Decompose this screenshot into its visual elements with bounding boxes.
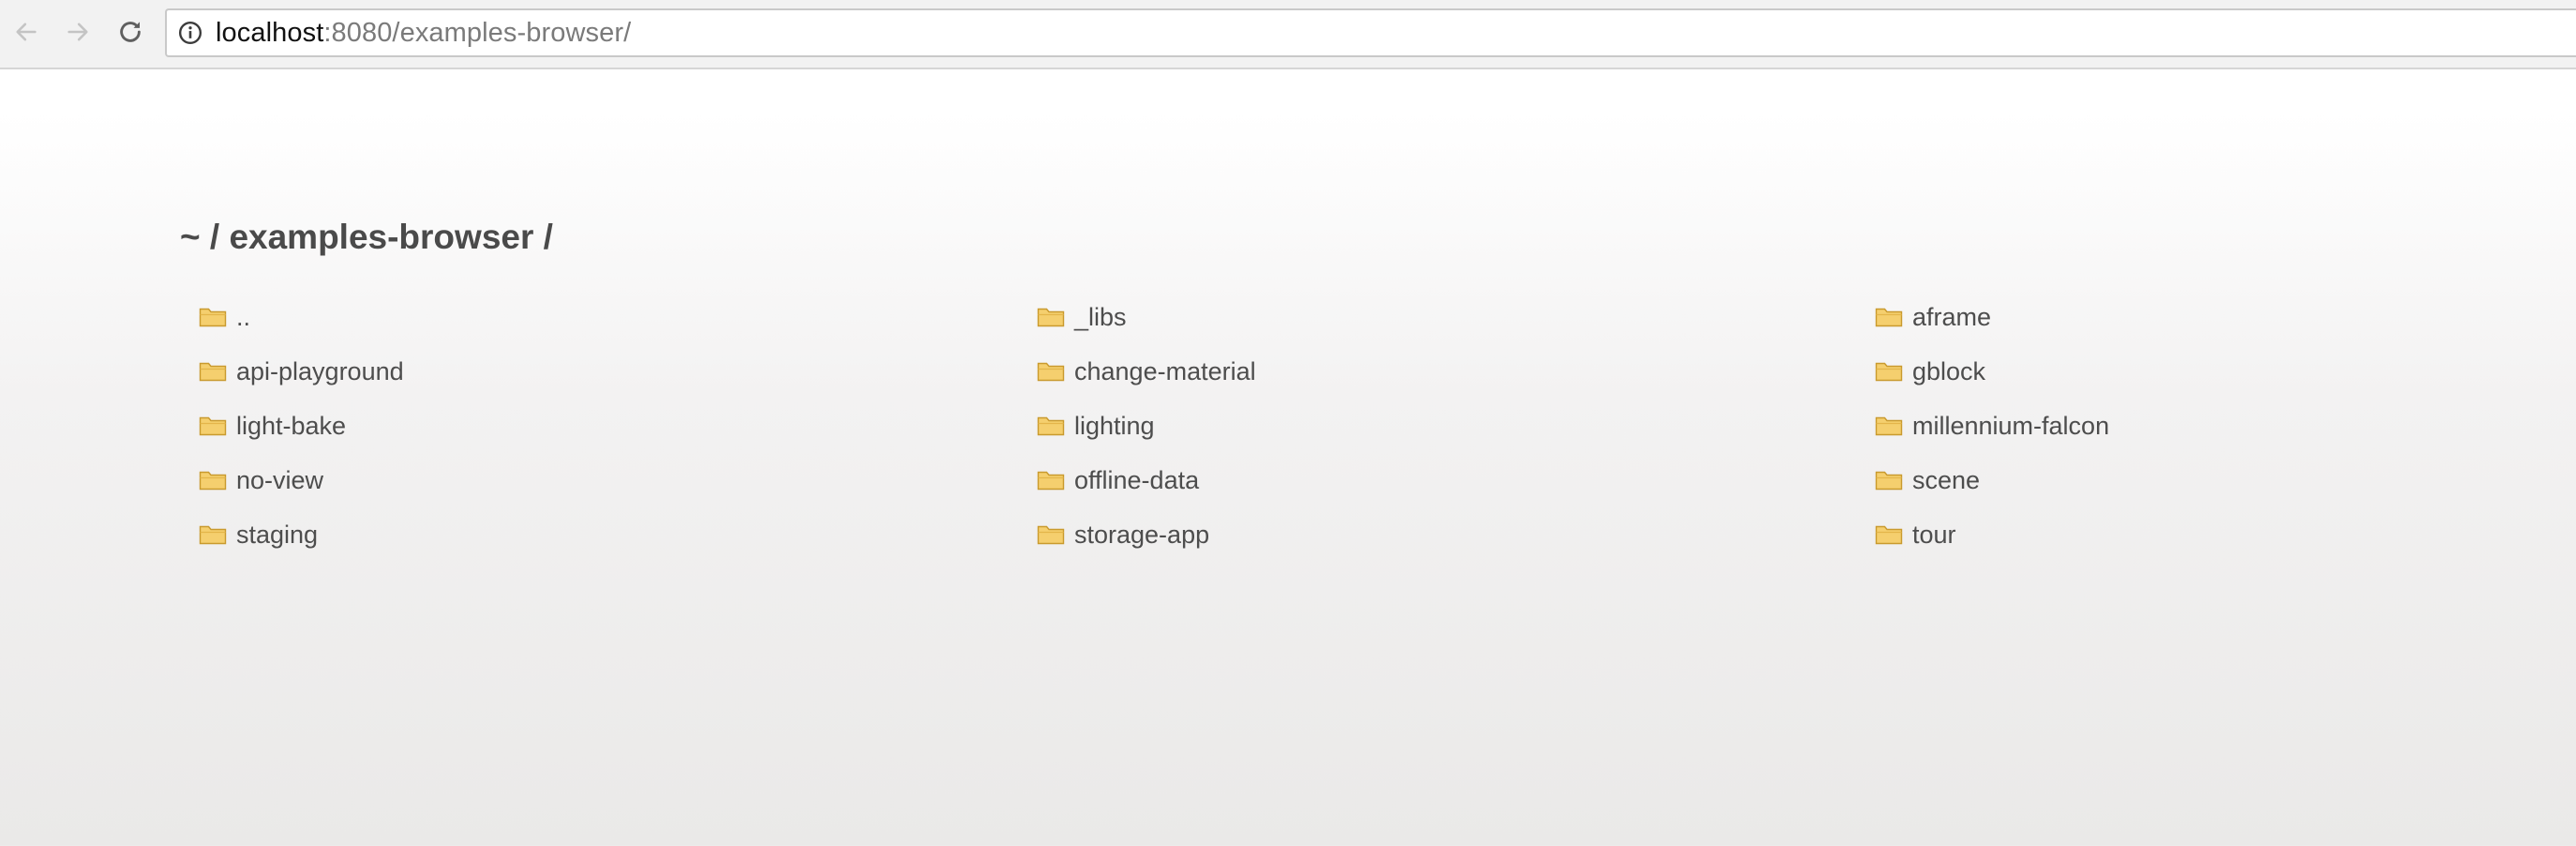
directory-listing: .. _libs aframe api-playground change-ma… bbox=[199, 298, 2542, 580]
arrow-left-icon bbox=[16, 23, 37, 41]
reload-icon bbox=[120, 22, 141, 42]
folder-icon bbox=[199, 525, 227, 545]
entry-name: change-material bbox=[1074, 356, 1256, 385]
directory-entry[interactable]: .. bbox=[199, 298, 250, 336]
folder-icon bbox=[1875, 416, 1903, 436]
directory-entry[interactable]: lighting bbox=[1037, 407, 1155, 445]
directory-entry[interactable]: light-bake bbox=[199, 407, 346, 445]
url-text[interactable]: localhost:8080/examples-browser/ bbox=[216, 10, 631, 55]
directory-entry[interactable]: change-material bbox=[1037, 353, 1256, 390]
entry-name: gblock bbox=[1912, 356, 1986, 385]
reload-button[interactable] bbox=[110, 11, 151, 53]
entry-name: _libs bbox=[1074, 302, 1127, 331]
folder-icon bbox=[1037, 308, 1065, 327]
entry-name: tour bbox=[1912, 520, 1956, 549]
entry-name: light-bake bbox=[236, 411, 347, 440]
directory-entry[interactable]: tour bbox=[1875, 516, 1956, 553]
back-button[interactable] bbox=[6, 11, 47, 53]
directory-entry[interactable]: _libs bbox=[1037, 298, 1127, 336]
folder-icon bbox=[1875, 308, 1903, 327]
folder-icon bbox=[1875, 525, 1903, 545]
address-bar[interactable]: localhost:8080/examples-browser/ bbox=[165, 8, 2576, 57]
arrow-right-icon bbox=[67, 23, 88, 41]
entry-name: staging bbox=[236, 520, 319, 549]
folder-icon bbox=[199, 416, 227, 436]
folder-icon bbox=[1875, 362, 1903, 382]
folder-icon bbox=[1037, 362, 1065, 382]
directory-entry[interactable]: aframe bbox=[1875, 298, 1991, 336]
directory-entry[interactable]: scene bbox=[1875, 461, 1980, 499]
entry-name: no-view bbox=[236, 465, 324, 494]
folder-icon bbox=[1037, 525, 1065, 545]
directory-entry[interactable]: api-playground bbox=[199, 353, 404, 390]
url-path: :8080/examples-browser/ bbox=[323, 18, 632, 48]
directory-entry[interactable]: storage-app bbox=[1037, 516, 1209, 553]
directory-entry[interactable]: gblock bbox=[1875, 353, 1985, 390]
folder-icon bbox=[1037, 471, 1065, 491]
page-title: ~ / examples-browser / bbox=[180, 218, 553, 256]
forward-button[interactable] bbox=[57, 11, 98, 53]
directory-entry[interactable]: no-view bbox=[199, 461, 323, 499]
folder-icon bbox=[199, 308, 227, 327]
info-icon[interactable] bbox=[178, 21, 202, 45]
entry-name: millennium-falcon bbox=[1912, 411, 2110, 440]
folder-icon bbox=[1037, 416, 1065, 436]
entry-name: lighting bbox=[1074, 411, 1155, 440]
directory-entry[interactable]: millennium-falcon bbox=[1875, 407, 2109, 445]
folder-icon bbox=[199, 471, 227, 491]
directory-entry[interactable]: offline-data bbox=[1037, 461, 1199, 499]
entry-name: storage-app bbox=[1074, 520, 1210, 549]
url-host: localhost bbox=[216, 18, 324, 48]
entry-name: api-playground bbox=[236, 356, 404, 385]
entry-name: .. bbox=[236, 302, 251, 331]
folder-icon bbox=[1875, 471, 1903, 491]
browser-toolbar: localhost:8080/examples-browser/ bbox=[0, 0, 2576, 69]
folder-icon bbox=[199, 362, 227, 382]
entry-name: offline-data bbox=[1074, 465, 1200, 494]
directory-entry[interactable]: staging bbox=[199, 516, 318, 553]
entry-name: scene bbox=[1912, 465, 1981, 494]
entry-name: aframe bbox=[1912, 302, 1992, 331]
